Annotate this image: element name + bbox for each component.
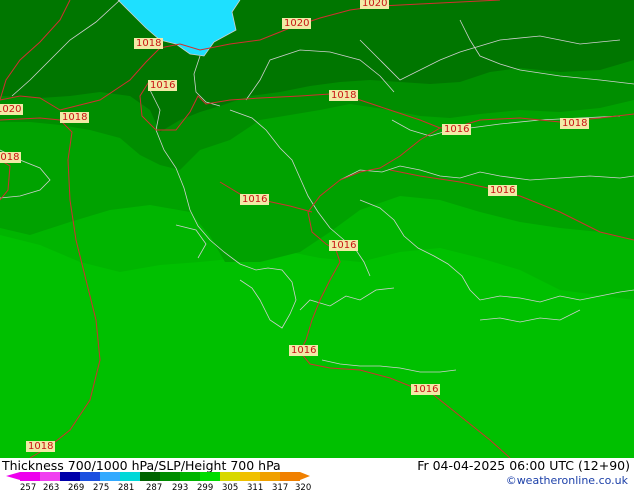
isobar-label: 1018 bbox=[0, 152, 22, 163]
legend-swatch bbox=[280, 472, 300, 481]
weather-map bbox=[0, 0, 634, 458]
isobar-label: 1020 bbox=[282, 18, 312, 29]
legend-tick-label: 275 bbox=[93, 483, 110, 493]
isobar-label: 1016 bbox=[442, 124, 472, 135]
legend-swatch bbox=[180, 472, 200, 481]
legend-swatch bbox=[120, 472, 140, 481]
legend-swatch bbox=[60, 472, 80, 481]
legend-left-arrow-icon bbox=[6, 472, 20, 480]
isobar-label: 1016 bbox=[148, 80, 178, 91]
color-legend bbox=[6, 472, 310, 482]
legend-tick-label: 281 bbox=[118, 483, 135, 493]
footer-bar: Thickness 700/1000 hPa/SLP/Height 700 hP… bbox=[0, 458, 634, 493]
legend-swatch bbox=[200, 472, 220, 481]
legend-tick-label: 305 bbox=[222, 483, 239, 493]
legend-tick-label: 293 bbox=[172, 483, 189, 493]
legend-swatch bbox=[20, 472, 40, 481]
isobar-label: 1018 bbox=[26, 441, 56, 452]
legend-swatch bbox=[140, 472, 160, 481]
legend-swatch bbox=[260, 472, 280, 481]
source-credit[interactable]: ©weatheronline.co.uk bbox=[506, 474, 628, 487]
legend-swatch bbox=[160, 472, 180, 481]
legend-tick-label: 263 bbox=[43, 483, 60, 493]
legend-swatch bbox=[80, 472, 100, 481]
map-title: Thickness 700/1000 hPa/SLP/Height 700 hP… bbox=[2, 458, 281, 473]
isobar-label: 1016 bbox=[488, 185, 518, 196]
legend-swatch bbox=[40, 472, 60, 481]
legend-tick-label: 320 bbox=[295, 483, 312, 493]
isobar-label: 1016 bbox=[240, 194, 270, 205]
legend-right-arrow-icon bbox=[300, 472, 310, 480]
isobar-label: 1018 bbox=[60, 112, 90, 123]
legend-tick-label: 311 bbox=[247, 483, 264, 493]
legend-tick-label: 269 bbox=[68, 483, 85, 493]
legend-tick-label: 287 bbox=[146, 483, 163, 493]
isobar-label: 1018 bbox=[329, 90, 359, 101]
isobar-label: 1018 bbox=[134, 38, 164, 49]
legend-tick-label: 317 bbox=[272, 483, 289, 493]
isobar-label: 1018 bbox=[560, 118, 590, 129]
legend-swatch bbox=[240, 472, 260, 481]
isobar-label: 1016 bbox=[411, 384, 441, 395]
isobar-label: 1020 bbox=[360, 0, 390, 9]
legend-tick-label: 299 bbox=[197, 483, 214, 493]
valid-datetime: Fr 04-04-2025 06:00 UTC (12+90) bbox=[417, 458, 630, 473]
legend-swatch bbox=[100, 472, 120, 481]
isobar-label: 1020 bbox=[0, 104, 24, 115]
legend-tick-label: 257 bbox=[20, 483, 37, 493]
legend-swatch bbox=[220, 472, 240, 481]
isobar-label: 1016 bbox=[289, 345, 319, 356]
isobar-label: 1016 bbox=[329, 240, 359, 251]
